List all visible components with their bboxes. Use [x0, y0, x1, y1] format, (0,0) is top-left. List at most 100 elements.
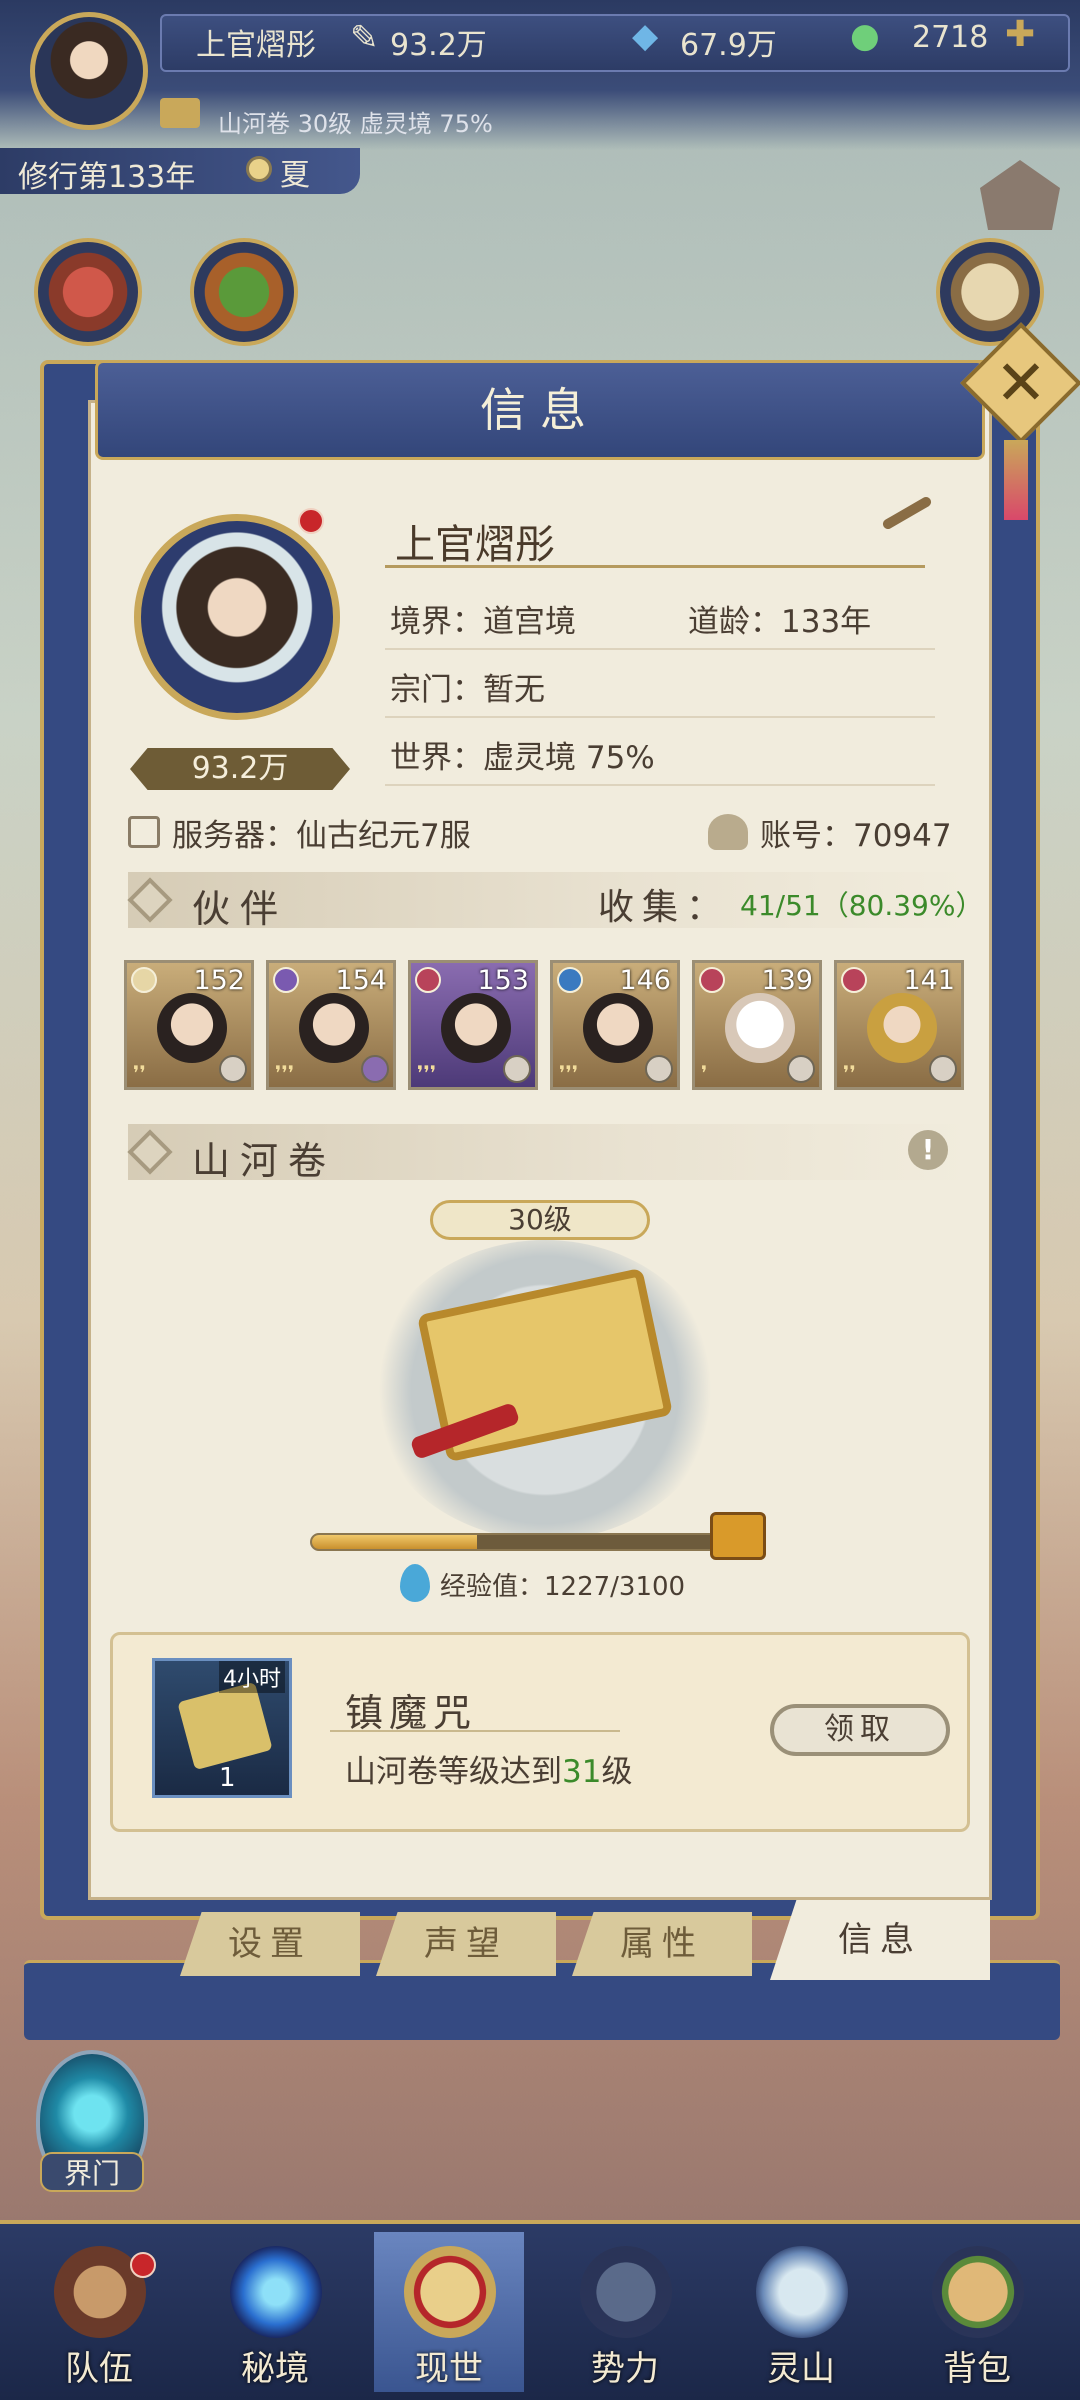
player-avatar[interactable]	[30, 12, 148, 130]
nav-spirit-mountain[interactable]: 灵山	[726, 2232, 876, 2392]
diamond-icon	[127, 877, 173, 923]
partner-face	[725, 993, 795, 1063]
partner-card[interactable]: 154 ❜❜❜	[266, 960, 396, 1090]
partner-face	[867, 993, 937, 1063]
exp-progress-bar	[310, 1533, 730, 1551]
season-label: 夏	[280, 158, 310, 193]
player-portrait[interactable]	[134, 514, 340, 720]
partner-card[interactable]: 146 ❜❜❜	[550, 960, 680, 1090]
nav-bag[interactable]: 背包	[902, 2232, 1052, 2392]
reward-desc-level: 31	[562, 1754, 602, 1790]
nav-faction[interactable]: 势力	[550, 2232, 700, 2392]
map-icon	[404, 2246, 496, 2338]
add-currency-icon[interactable]: ✚	[1005, 14, 1035, 55]
hud-power: 93.2万	[390, 28, 487, 63]
tab-settings[interactable]: 设置	[180, 1912, 360, 1976]
hud-sub-info: 山河卷 30级 虚灵境 75%	[218, 110, 493, 138]
scroll-level: 30级	[430, 1200, 650, 1240]
tab-info[interactable]: 信息	[770, 1900, 990, 1980]
tab-reputation[interactable]: 声望	[376, 1912, 556, 1976]
partner-face	[157, 993, 227, 1063]
age-label: 道龄：133年	[688, 604, 872, 640]
divider	[385, 784, 935, 786]
partner-card[interactable]: 152 ❜❜	[124, 960, 254, 1090]
treasure-chest-icon[interactable]	[710, 1512, 766, 1560]
profile-name: 上官熠彤	[395, 522, 555, 568]
partner-level: 152	[193, 965, 245, 996]
server-label: 服务器：仙古纪元7服	[172, 818, 471, 854]
nav-label: 势力	[591, 2349, 659, 2389]
info-icon[interactable]: !	[908, 1130, 948, 1170]
partner-emblem-icon	[361, 1055, 389, 1083]
portrait-notification-dot	[298, 508, 324, 534]
sun-icon	[246, 156, 272, 182]
exp-drop-icon	[400, 1564, 430, 1602]
nav-secret-realm[interactable]: 秘境	[200, 2232, 350, 2392]
reward-title-underline	[330, 1730, 620, 1732]
activity-button[interactable]	[34, 238, 142, 346]
element-icon	[557, 967, 583, 993]
partner-level: 153	[477, 965, 529, 996]
realm-label: 境界：道宫境	[390, 604, 576, 640]
sect-label: 宗门：暂无	[390, 672, 545, 708]
partner-level: 139	[761, 965, 813, 996]
server-icon	[128, 816, 160, 848]
partner-rank: ❜❜❜	[417, 1061, 437, 1085]
partner-emblem-icon	[219, 1055, 247, 1083]
scroll-item-icon	[177, 1681, 273, 1771]
account-label: 账号：70947	[760, 818, 952, 854]
vortex-icon	[230, 2246, 322, 2338]
partner-rank: ❜❜	[133, 1061, 146, 1085]
scroll-small-icon	[160, 98, 200, 128]
scroll-title: 山河卷	[192, 1139, 337, 1183]
collect-value: 41/51（80.39%）	[740, 889, 984, 922]
reward-timer: 4小时	[219, 1661, 285, 1693]
tab-attributes[interactable]: 属性	[572, 1912, 752, 1976]
nav-label: 灵山	[767, 2349, 835, 2389]
partner-rank: ❜	[701, 1061, 708, 1085]
scroll-section-header: 山河卷	[127, 1124, 968, 1183]
partner-card[interactable]: 153 ❜❜❜	[408, 960, 538, 1090]
portrait-power-tag: 93.2万	[130, 748, 350, 790]
account-icon	[708, 814, 748, 850]
portrait-power: 93.2万	[191, 751, 289, 786]
nav-label: 秘境	[241, 2349, 309, 2389]
partner-level: 141	[903, 965, 955, 996]
claim-button[interactable]: 领取	[770, 1704, 950, 1756]
partner-emblem-icon	[645, 1055, 673, 1083]
nav-label: 队伍	[65, 2349, 133, 2389]
partner-card[interactable]: 141 ❜❜	[834, 960, 964, 1090]
team-notification-dot	[130, 2252, 156, 2278]
name-underline	[385, 565, 925, 568]
tassel-icon	[1004, 440, 1028, 520]
divider	[385, 716, 935, 718]
core-gift-button[interactable]	[190, 238, 298, 346]
palace-icon	[580, 2246, 672, 2338]
diamond-icon	[127, 1129, 173, 1175]
reward-desc-prefix: 山河卷等级达到	[345, 1754, 562, 1790]
crystal-icon: ◆	[632, 16, 659, 56]
element-icon	[415, 967, 441, 993]
panel-title: 信息	[95, 360, 985, 460]
partner-card[interactable]: 139 ❜	[692, 960, 822, 1090]
collect-label: 收集：	[598, 887, 731, 928]
realm-gate-label: 界门	[40, 2152, 144, 2192]
mountain-icon	[756, 2246, 848, 2338]
exp-progress-fill	[312, 1535, 477, 1549]
partner-emblem-icon	[929, 1055, 957, 1083]
partners-title: 伙伴	[192, 887, 289, 931]
power-icon: ✎	[350, 18, 379, 58]
element-icon	[841, 967, 867, 993]
hud-player-name: 上官熠彤	[196, 28, 316, 63]
reward-count: 1	[219, 1763, 236, 1793]
reward-item-slot[interactable]: 4小时 1	[152, 1658, 292, 1798]
nav-world[interactable]: 现世	[374, 2232, 524, 2392]
reward-desc-suffix: 级	[601, 1754, 633, 1790]
element-icon	[273, 967, 299, 993]
partner-level: 146	[619, 965, 671, 996]
partner-face	[299, 993, 369, 1063]
bag-icon	[932, 2246, 1024, 2338]
partner-emblem-icon	[503, 1055, 531, 1083]
cultivation-year: 修行第133年	[18, 160, 196, 195]
hud-currency-a: 67.9万	[680, 28, 777, 63]
